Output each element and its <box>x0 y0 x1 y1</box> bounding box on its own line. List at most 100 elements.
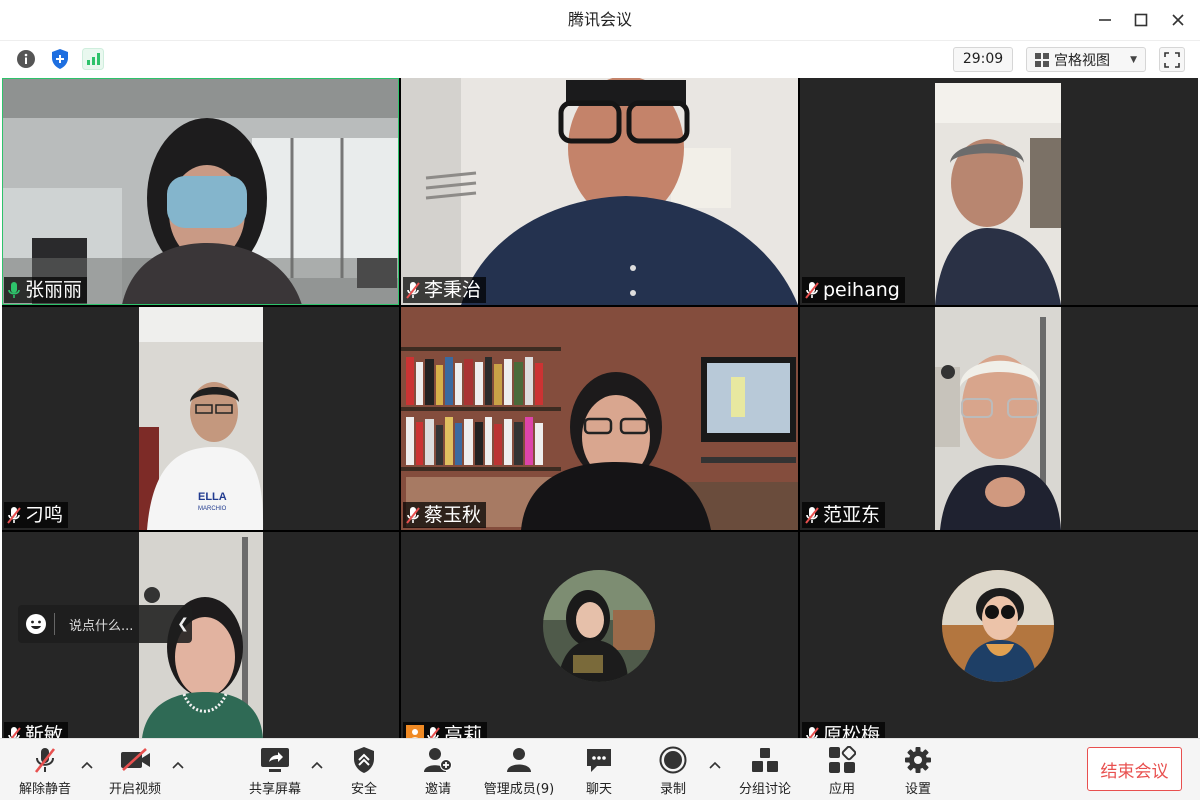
security-status-button[interactable] <box>48 47 72 71</box>
chevron-left-icon[interactable]: ❮ <box>174 616 192 632</box>
chevron-down-icon: ▼ <box>1130 54 1137 65</box>
audio-options-button[interactable] <box>79 757 95 773</box>
manage-members-button[interactable]: 管理成员(9) <box>478 743 560 797</box>
participant-name: 李秉治 <box>424 279 482 301</box>
mic-muted-icon <box>426 726 442 738</box>
record-icon <box>658 745 688 774</box>
participant-name: peihang <box>823 279 900 301</box>
end-meeting-button[interactable]: 结束会议 <box>1087 747 1182 791</box>
fullscreen-button[interactable] <box>1159 47 1185 72</box>
participant-name-tag: 李秉治 <box>403 277 487 303</box>
fullscreen-icon <box>1164 51 1180 68</box>
mic-muted-icon <box>406 506 422 524</box>
share-options-button[interactable] <box>309 757 325 773</box>
share-screen-label: 共享屏幕 <box>248 782 301 797</box>
mic-muted-icon <box>805 726 821 738</box>
chat-icon <box>584 745 614 774</box>
security-button[interactable]: 安全 <box>338 743 390 797</box>
meeting-window: 腾讯会议 29:09 宫格视图 ▼ 张丽丽 李秉治 peihang ELLA M… <box>0 0 1200 800</box>
members-icon <box>504 745 534 774</box>
minimize-icon <box>1099 19 1111 21</box>
start-video-label: 开启视频 <box>108 782 161 797</box>
video-tile-fanyadong[interactable]: 范亚东 <box>800 307 1198 530</box>
share-screen-button[interactable]: 共享屏幕 <box>244 743 306 797</box>
record-button[interactable]: 录制 <box>647 743 699 797</box>
chevron-up-icon <box>311 761 323 769</box>
participant-video <box>800 78 1198 305</box>
chevron-up-icon <box>81 761 93 769</box>
settings-label: 设置 <box>904 782 931 797</box>
network-status-button[interactable] <box>81 47 105 71</box>
meeting-info-button[interactable] <box>14 47 38 71</box>
video-options-button[interactable] <box>170 757 186 773</box>
mic-muted-icon <box>7 726 23 738</box>
unmute-button[interactable]: 解除静音 <box>14 743 76 797</box>
camera-off-icon <box>120 745 150 774</box>
participant-name: 张丽丽 <box>25 279 83 301</box>
grid-view-icon <box>1035 52 1049 67</box>
add-user-icon <box>423 745 453 774</box>
mic-muted-icon <box>805 506 821 524</box>
participant-name: 范亚东 <box>823 504 881 526</box>
mic-muted-icon <box>7 506 23 524</box>
participant-name-tag: peihang <box>802 277 905 303</box>
maximize-button[interactable] <box>1129 8 1153 32</box>
participant-name-tag: 范亚东 <box>802 502 886 528</box>
participant-video <box>2 78 399 305</box>
apps-button[interactable]: 应用 <box>816 743 868 797</box>
close-button[interactable] <box>1166 8 1190 32</box>
meeting-toolbar: 解除静音 开启视频 共享屏幕 安全 邀请 管理成员(9) 聊天 录制 分组讨论 … <box>0 738 1200 800</box>
breakout-rooms-button[interactable]: 分组讨论 <box>734 743 796 797</box>
chat-label: 聊天 <box>585 782 612 797</box>
participant-name: 原松梅 <box>823 724 881 738</box>
start-video-button[interactable]: 开启视频 <box>104 743 166 797</box>
unmute-label: 解除静音 <box>18 782 71 797</box>
breakout-rooms-label: 分组讨论 <box>738 782 791 797</box>
participant-video <box>800 307 1198 530</box>
participant-name-tag: 原松梅 <box>802 722 886 738</box>
title-bar: 腾讯会议 <box>0 0 1200 40</box>
manage-members-label: 管理成员(9) <box>483 782 555 797</box>
emoji-icon[interactable] <box>18 605 54 643</box>
shield-icon <box>349 745 379 774</box>
participant-video: ELLA MARCHIO <box>2 307 399 530</box>
participant-avatar <box>942 570 1054 682</box>
participant-name: 刁鸣 <box>25 504 64 526</box>
video-tile-yuansongmei[interactable]: 原松梅 <box>800 532 1198 738</box>
close-icon <box>1172 14 1184 26</box>
quick-chat-input[interactable]: 说点什么... ❮ <box>18 605 192 643</box>
chevron-up-icon <box>709 761 721 769</box>
window-title: 腾讯会议 <box>567 10 632 29</box>
participant-name: 靳敏 <box>25 724 64 738</box>
minimize-button[interactable] <box>1093 8 1117 32</box>
participant-name-tag: 蔡玉秋 <box>403 502 487 528</box>
mic-muted-icon <box>406 281 422 299</box>
shield-icon <box>52 49 68 69</box>
video-tile-diaoming[interactable]: ELLA MARCHIO 刁鸣 <box>2 307 399 530</box>
video-tile-libingzhi[interactable]: 李秉治 <box>401 78 798 305</box>
mic-on-icon <box>7 281 23 299</box>
apps-icon <box>827 745 857 774</box>
signal-icon <box>82 48 104 70</box>
record-options-button[interactable] <box>707 757 723 773</box>
mic-muted-icon <box>805 281 821 299</box>
view-mode-select[interactable]: 宫格视图 ▼ <box>1026 47 1146 72</box>
shirt-print-line2: MARCHIO <box>198 506 227 512</box>
record-label: 录制 <box>659 782 686 797</box>
meeting-timer: 29:09 <box>953 47 1013 72</box>
invite-button[interactable]: 邀请 <box>412 743 464 797</box>
apps-label: 应用 <box>828 782 855 797</box>
settings-button[interactable]: 设置 <box>892 743 944 797</box>
participant-name: 蔡玉秋 <box>424 504 482 526</box>
video-tile-peihang[interactable]: peihang <box>800 78 1198 305</box>
video-tile-caiyuqiu[interactable]: 蔡玉秋 <box>401 307 798 530</box>
view-mode-label: 宫格视图 <box>1054 52 1110 69</box>
video-tile-gaoli[interactable]: 高莉 <box>401 532 798 738</box>
status-bar: 29:09 宫格视图 ▼ <box>0 40 1200 76</box>
user-avatar-icon <box>406 725 424 738</box>
participant-video <box>401 78 798 305</box>
participant-name-tag: 高莉 <box>403 722 488 738</box>
share-screen-icon <box>260 745 290 774</box>
video-tile-zhanglili[interactable]: 张丽丽 <box>2 78 399 305</box>
chat-button[interactable]: 聊天 <box>573 743 625 797</box>
